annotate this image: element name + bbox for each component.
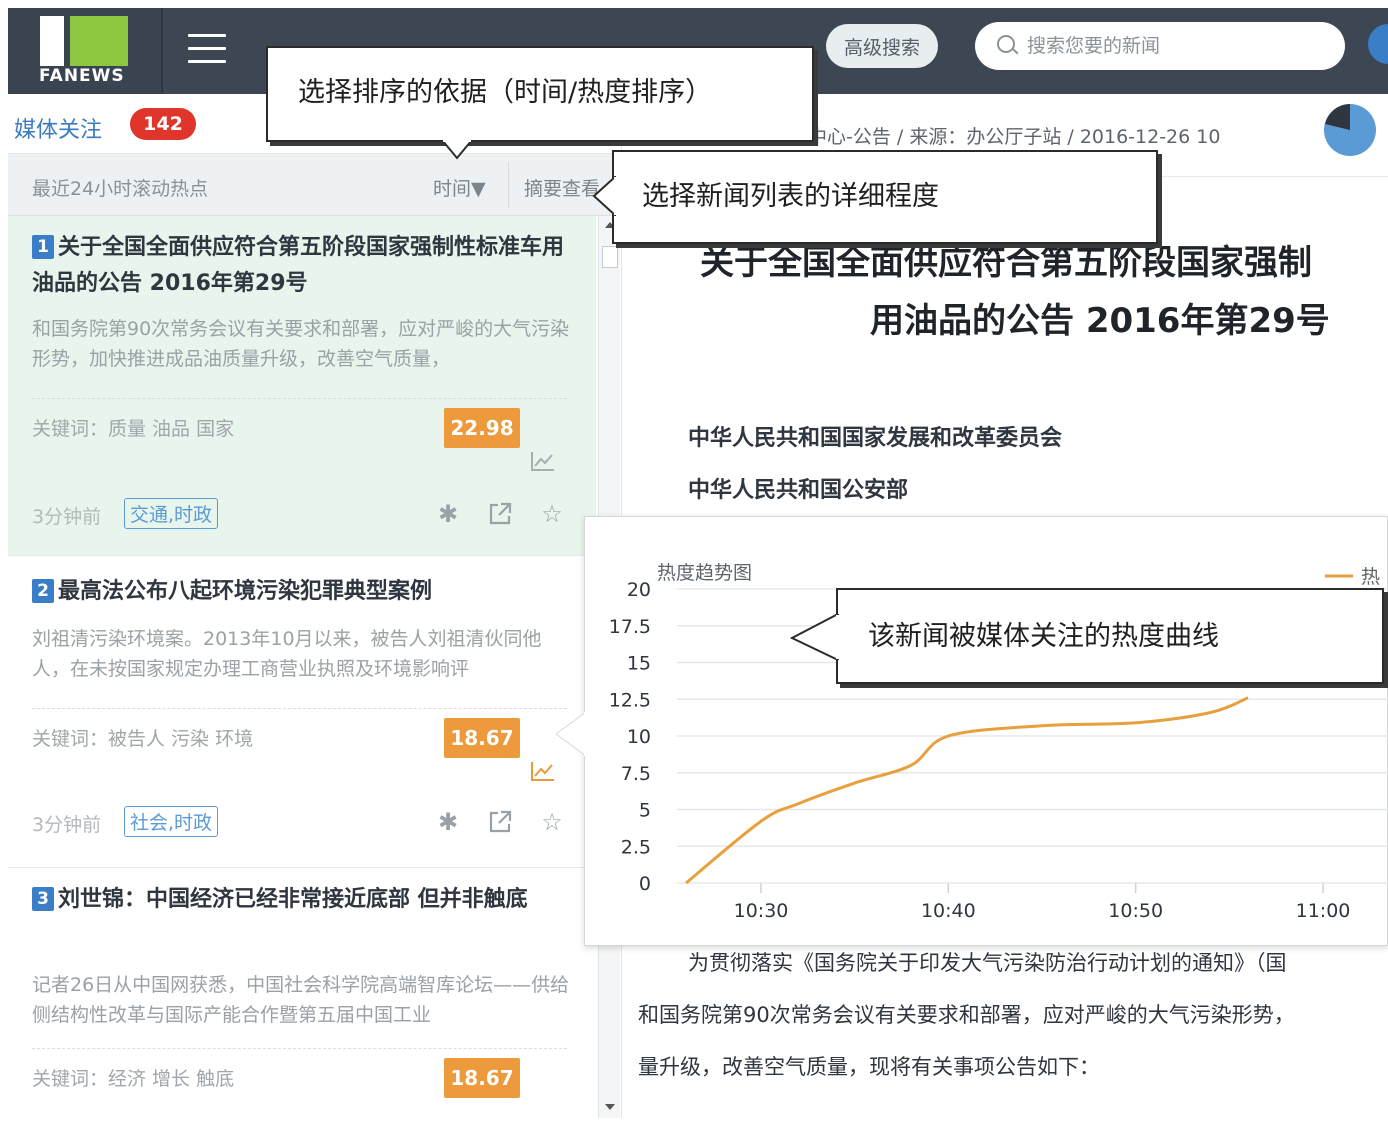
popup-pointer bbox=[556, 712, 586, 756]
heat-trend-chart: 热度趋势图 热 0 2.5 5 7.5 10 12.5 15 17.5 20 10:30 10:40 10… bbox=[609, 562, 1388, 922]
heat-score-badge: 22.98 bbox=[444, 408, 520, 448]
trend-chart-icon[interactable] bbox=[530, 450, 556, 472]
article-title: 关于全国全面供应符合第五阶段国家强制 用油品的公告 2016年第29号 bbox=[682, 234, 1388, 350]
callout-tail bbox=[592, 176, 616, 216]
app-root: FANEWS 高级搜索 媒体关注 142 最近24小时滚动热点 时间▼ 摘要查看… bbox=[0, 0, 1388, 1128]
divider bbox=[32, 1048, 567, 1049]
sort-dropdown[interactable]: 时间▼ bbox=[433, 174, 486, 201]
pie-chart-icon[interactable] bbox=[1322, 102, 1378, 158]
detail-hint-text: 选择新闻列表的详细程度 bbox=[642, 181, 939, 212]
y-tick-label: 17.5 bbox=[609, 616, 651, 638]
sort-hint-callout: 选择排序的依据（时间/热度排序） bbox=[266, 46, 814, 142]
search-box bbox=[975, 22, 1345, 70]
advanced-search-button[interactable]: 高级搜索 bbox=[826, 24, 938, 68]
callout-tail bbox=[790, 614, 840, 660]
x-tick-label: 10:50 bbox=[1108, 900, 1163, 922]
list-item[interactable]: 3 刘世锦：中国经济已经非常接近底部 但并非触底 记者26日从中国网获悉，中国社会… bbox=[8, 868, 596, 1118]
news-keywords: 关键词：质量 油品 国家 bbox=[32, 418, 235, 440]
y-tick-label: 15 bbox=[627, 653, 651, 675]
logo[interactable]: FANEWS bbox=[8, 8, 163, 94]
asterisk-icon[interactable]: ✱ bbox=[434, 808, 462, 836]
news-title[interactable]: 2 最高法公布八起环境污染犯罪典型案例 bbox=[32, 574, 572, 610]
chart-title: 热度趋势图 bbox=[657, 562, 752, 584]
news-summary: 和国务院第90次常务会议有关要求和部署，应对严峻的大气污染形势，加快推进成品油质… bbox=[32, 318, 570, 370]
logo-white-block bbox=[40, 16, 64, 66]
legend-label: 热 bbox=[1361, 566, 1380, 588]
article-title-line-2: 用油品的公告 2016年第29号 bbox=[870, 301, 1330, 341]
news-time: 3分钟前 bbox=[32, 814, 102, 836]
detail-hint-callout: 选择新闻列表的详细程度 bbox=[612, 150, 1158, 244]
article-body-line: 量升级，改善空气质量，现将有关事项公告如下： bbox=[638, 1055, 1100, 1079]
news-title-text: 最高法公布八起环境污染犯罪典型案例 bbox=[58, 579, 433, 604]
category-tag[interactable]: 社会,时政 bbox=[124, 806, 219, 837]
share-icon[interactable] bbox=[486, 808, 514, 836]
asterisk-icon[interactable]: ✱ bbox=[434, 500, 462, 528]
sort-hint-text: 选择排序的依据（时间/热度排序） bbox=[298, 77, 713, 108]
scroll-down-arrow[interactable] bbox=[605, 1104, 615, 1110]
rank-badge: 3 bbox=[32, 887, 54, 911]
chart-hint-text: 该新闻被媒体关注的热度曲线 bbox=[868, 621, 1219, 652]
search-input[interactable] bbox=[1027, 35, 1327, 57]
breadcrumb: 中心-公告 / 来源：办公厅子站 / 2016-12-26 10 bbox=[808, 126, 1221, 148]
list-item[interactable]: 2 最高法公布八起环境污染犯罪典型案例 刘祖清污染环境案。2013年10月以来，被… bbox=[8, 556, 596, 868]
menu-icon[interactable] bbox=[188, 34, 226, 64]
news-list-panel: 媒体关注 142 最近24小时滚动热点 时间▼ 摘要查看 1 关于全国全面供应符合… bbox=[8, 94, 621, 1118]
y-tick-label: 5 bbox=[639, 800, 651, 822]
x-tick-label: 10:40 bbox=[921, 900, 976, 922]
news-summary: 刘祖清污染环境案。2013年10月以来，被告人刘祖清伙同他人，在未按国家规定办理… bbox=[32, 628, 542, 680]
y-tick-label: 20 bbox=[627, 579, 651, 601]
share-icon[interactable] bbox=[486, 500, 514, 528]
media-count-badge: 142 bbox=[130, 108, 196, 140]
y-tick-label: 10 bbox=[627, 726, 651, 748]
media-attention-title: 媒体关注 bbox=[14, 118, 103, 143]
y-tick-label: 0 bbox=[639, 873, 651, 895]
star-icon[interactable]: ☆ bbox=[538, 500, 566, 528]
user-avatar[interactable] bbox=[1368, 24, 1388, 64]
search-icon[interactable] bbox=[997, 35, 1019, 57]
y-tick-label: 2.5 bbox=[621, 836, 651, 858]
article-body-line: 和国务院第90次常务会议有关要求和部署，应对严峻的大气污染形势， bbox=[638, 1003, 1295, 1027]
y-tick-label: 12.5 bbox=[609, 689, 651, 711]
heat-score-badge: 18.67 bbox=[444, 718, 520, 758]
x-tick-label: 10:30 bbox=[734, 900, 789, 922]
category-tag[interactable]: 交通,时政 bbox=[124, 498, 219, 529]
callout-tail bbox=[442, 140, 472, 160]
news-time: 3分钟前 bbox=[32, 506, 102, 528]
news-keywords: 关键词：经济 增长 触底 bbox=[32, 1068, 235, 1090]
time-range-label: 最近24小时滚动热点 bbox=[32, 178, 209, 200]
rank-badge: 2 bbox=[32, 579, 54, 603]
article-body-line: 为贯彻落实《国务院关于印发大气污染防治行动计划的通知》（国 bbox=[688, 951, 1287, 975]
star-icon[interactable]: ☆ bbox=[538, 808, 566, 836]
news-keywords: 关键词：被告人 污染 环境 bbox=[32, 728, 254, 750]
news-title-text: 关于全国全面供应符合第五阶段国家强制性标准车用油品的公告 2016年第29号 bbox=[32, 235, 565, 296]
logo-green-block bbox=[70, 16, 128, 66]
detail-level-dropdown[interactable]: 摘要查看 bbox=[524, 174, 600, 201]
y-tick-label: 7.5 bbox=[621, 763, 651, 785]
news-title-text: 刘世锦：中国经济已经非常接近底部 但并非触底 bbox=[58, 887, 528, 912]
divider bbox=[32, 708, 567, 709]
divider bbox=[32, 398, 567, 399]
heat-series-line bbox=[685, 696, 1249, 885]
list-item[interactable]: 1 关于全国全面供应符合第五阶段国家强制性标准车用油品的公告 2016年第29号 … bbox=[8, 216, 596, 556]
filter-bar: 最近24小时滚动热点 时间▼ 摘要查看 bbox=[8, 154, 621, 216]
rank-badge: 1 bbox=[32, 235, 54, 259]
issuer-ndrc: 中华人民共和国国家发展和改革委员会 bbox=[688, 426, 1063, 451]
x-tick-label: 11:00 bbox=[1296, 900, 1351, 922]
heat-score-badge: 18.67 bbox=[444, 1058, 520, 1098]
news-title[interactable]: 1 关于全国全面供应符合第五阶段国家强制性标准车用油品的公告 2016年第29号 bbox=[32, 230, 572, 302]
chart-hint-callout: 该新闻被媒体关注的热度曲线 bbox=[836, 588, 1384, 684]
logo-text: FANEWS bbox=[39, 66, 125, 86]
heat-trend-popup: 热度趋势图 热 0 2.5 5 7.5 10 12.5 15 17.5 20 10:30 10:40 10… bbox=[584, 516, 1388, 946]
filter-divider bbox=[508, 162, 509, 208]
scroll-thumb[interactable] bbox=[602, 246, 618, 268]
news-title[interactable]: 3 刘世锦：中国经济已经非常接近底部 但并非触底 bbox=[32, 882, 572, 918]
news-summary: 记者26日从中国网获悉，中国社会科学院高端智库论坛——供给侧结构性改革与国际产能… bbox=[32, 974, 570, 1026]
issuer-mps: 中华人民共和国公安部 bbox=[688, 478, 909, 503]
trend-chart-icon[interactable] bbox=[530, 760, 556, 782]
